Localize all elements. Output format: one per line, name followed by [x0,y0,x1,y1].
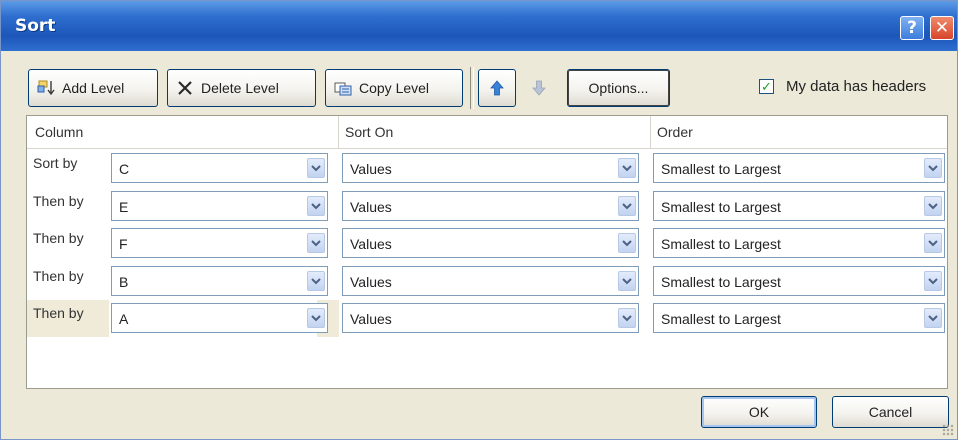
sort-level-label: Then by [33,267,84,284]
headers-checkbox[interactable]: ✓ [759,79,774,94]
arrow-up-icon [487,78,507,98]
chevron-down-icon[interactable] [618,270,636,291]
check-icon: ✓ [761,79,772,94]
chevron-down-icon[interactable] [924,195,942,216]
column-divider [650,116,651,148]
chevron-down-icon[interactable] [618,308,636,328]
resize-grip[interactable] [942,424,954,436]
order-select[interactable]: Smallest to Largest [653,190,945,221]
column-divider [338,116,339,148]
chevron-down-icon[interactable] [924,308,942,328]
add-level-label: Add Level [62,80,125,96]
copy-level-label: Copy Level [359,80,430,96]
chevron-down-icon[interactable] [307,308,325,328]
chevron-down-icon[interactable] [924,158,942,178]
chevron-down-icon[interactable] [618,233,636,253]
column-select[interactable]: F [111,228,328,258]
column-value: B [119,273,129,290]
arrow-down-icon [529,78,549,98]
copy-icon [333,78,353,98]
close-button[interactable]: ✕ [930,16,954,40]
add-level-icon [36,78,56,98]
chevron-down-icon[interactable] [307,158,325,178]
toolbar-separator [470,67,474,109]
chevron-down-icon[interactable] [618,158,636,178]
headers-label[interactable]: My data has headers [786,78,926,95]
sort-on-value: Values [350,198,392,215]
order-select[interactable]: Smallest to Largest [653,303,945,333]
add-level-button[interactable]: Add Level [28,69,158,107]
move-down-button[interactable] [520,69,558,107]
sort-level-label: Then by [33,230,84,246]
dialog-title: Sort [15,16,56,36]
chevron-down-icon[interactable] [924,233,942,253]
cancel-button[interactable]: Cancel [832,396,949,428]
ok-label: OK [748,404,770,420]
order-value: Smallest to Largest [661,161,781,177]
delete-x-icon [175,78,195,98]
sort-on-value: Values [350,236,392,252]
move-up-button[interactable] [478,69,516,107]
options-button[interactable]: Options... [567,69,670,107]
sort-on-select[interactable]: Values [342,190,639,221]
column-select[interactable]: B [111,265,328,296]
order-value: Smallest to Largest [661,198,781,215]
sort-on-select[interactable]: Values [342,265,639,296]
order-value: Smallest to Largest [661,311,781,327]
column-value: C [119,161,130,177]
column-value: F [119,236,128,252]
sort-level-row[interactable]: Sort by C Values Smallest to Largest [27,150,947,187]
sort-levels-grid: Column Sort On Order Sort by C Values Small… [26,115,948,389]
sort-on-select[interactable]: Values [342,303,639,333]
title-bar[interactable]: Sort ? ✕ [1,1,957,51]
chevron-down-icon[interactable] [307,233,325,253]
sort-level-row[interactable]: Then by E Values Smallest to Largest [27,188,947,225]
column-value: E [119,198,129,215]
help-icon: ? [907,18,917,38]
ok-button[interactable]: OK [701,396,817,428]
order-value: Smallest to Largest [661,273,781,290]
sort-level-label: Then by [27,300,109,337]
sort-on-value: Values [350,161,392,177]
order-value: Smallest to Largest [661,236,781,252]
sort-level-row[interactable]: Then by F Values Smallest to Largest [27,225,947,262]
sort-on-select[interactable]: Values [342,153,639,183]
delete-level-label: Delete Level [201,80,279,96]
chevron-down-icon[interactable] [307,270,325,291]
delete-level-button[interactable]: Delete Level [167,69,316,107]
sort-on-value: Values [350,311,392,327]
help-button[interactable]: ? [900,16,924,40]
copy-level-button[interactable]: Copy Level [325,69,463,107]
cancel-label: Cancel [868,404,913,420]
header-divider [27,148,947,149]
chevron-down-icon[interactable] [924,270,942,291]
order-select[interactable]: Smallest to Largest [653,228,945,258]
column-select[interactable]: A [111,303,328,333]
sort-dialog: Sort ? ✕ Add Level Delete Level Copy Lev… [0,0,958,440]
chevron-down-icon[interactable] [307,195,325,216]
order-select[interactable]: Smallest to Largest [653,265,945,296]
sort-level-row[interactable]: Then by A Values Smallest to Largest [27,300,947,337]
column-select[interactable]: C [111,153,328,183]
sort-level-label: Sort by [33,155,78,171]
sort-on-value: Values [350,273,392,290]
order-select[interactable]: Smallest to Largest [653,153,945,183]
column-header: Column [35,124,84,140]
sort-level-row[interactable]: Then by B Values Smallest to Largest [27,263,947,300]
chevron-down-icon[interactable] [618,195,636,216]
close-icon: ✕ [934,18,950,38]
sort-on-header: Sort On [345,124,394,140]
sort-on-select[interactable]: Values [342,228,639,258]
options-label: Options... [588,80,649,96]
sort-level-label: Then by [33,192,84,209]
column-value: A [119,311,129,327]
column-select[interactable]: E [111,190,328,221]
order-header: Order [657,124,693,140]
